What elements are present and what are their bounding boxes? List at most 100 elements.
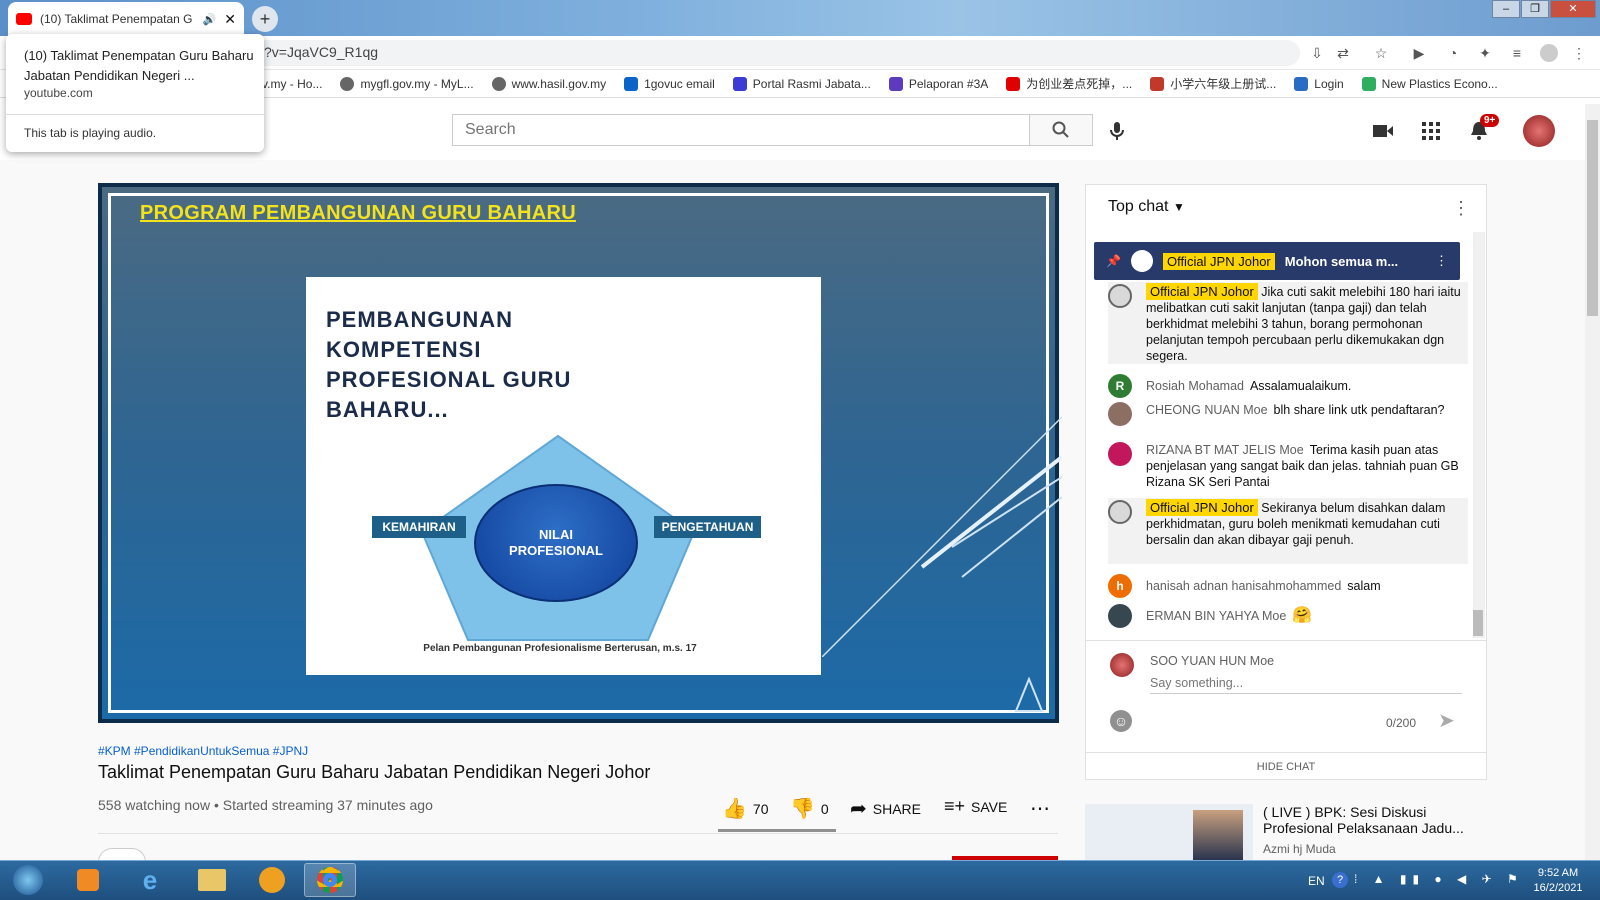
ministry-logo-icon — [1014, 677, 1044, 712]
start-button[interactable] — [2, 863, 54, 897]
bookmark-star-icon[interactable]: ☆ — [1370, 42, 1392, 64]
chat-scrollbar[interactable] — [1473, 232, 1485, 638]
chat-message-body: CHEONG NUAN Moe blh share link utk pendaf… — [1146, 402, 1445, 426]
help-icon[interactable]: ? — [1332, 872, 1348, 888]
bookmark-label: Login — [1314, 76, 1344, 91]
puzzle-icon[interactable]: ✦ — [1474, 42, 1496, 64]
bookmark-item[interactable]: 小学六年级上册试... — [1150, 75, 1276, 92]
like-count: 70 — [752, 800, 769, 817]
pinned-message[interactable]: 📌 Official JPN Johor Mohon semua m... ⋮ — [1094, 242, 1460, 280]
save-button[interactable]: ≡+ SAVE — [944, 796, 1007, 817]
chat-message-body: Official JPN Johor Sekiranya belum disah… — [1146, 499, 1468, 564]
page-scrollbar-thumb[interactable] — [1587, 120, 1598, 316]
chat-message-body: hanisah adnan hanisahmohammed salam — [1146, 574, 1381, 598]
chat-scrollbar-thumb[interactable] — [1473, 610, 1483, 636]
portal-icon — [732, 76, 747, 91]
address-bar[interactable]: ?v=JqaVC9_R1qg — [240, 40, 1300, 66]
recommendation-channel[interactable]: Azmi hj Muda — [1263, 842, 1336, 856]
hover-card-divider — [6, 114, 264, 115]
hashtags[interactable]: #KPM #PendidikanUntukSemua #JPNJ — [98, 744, 308, 758]
pin-icon: 📌 — [1106, 254, 1121, 268]
chrome-taskbar-icon[interactable] — [304, 863, 356, 897]
like-ratio-bar — [718, 829, 836, 832]
chat-author: ERMAN BIN YAHYA Moe — [1146, 609, 1287, 623]
settings-taskbar-icon[interactable] — [246, 863, 298, 897]
input-user-avatar — [1110, 653, 1134, 677]
bookmark-item[interactable]: v.my - Ho... — [262, 77, 322, 91]
globe-icon — [340, 76, 355, 91]
search-icon — [1052, 121, 1069, 138]
close-window-button[interactable]: ✕ — [1550, 0, 1596, 18]
like-button[interactable]: 👍 70 — [722, 796, 768, 821]
bookmark-label: 1govuc email — [644, 76, 715, 91]
chat-menu-kebab-icon[interactable]: ⋮ — [1452, 198, 1470, 219]
send-icon[interactable]: ➤ — [1438, 708, 1455, 733]
profile-icon[interactable] — [1538, 42, 1560, 64]
clock-time: 9:52 AM — [1537, 867, 1579, 879]
pinned-menu-icon[interactable]: ⋮ — [1435, 253, 1448, 269]
hover-card-title: (10) Taklimat Penempatan Guru Baharu Jab… — [24, 48, 254, 83]
media-player-taskbar-icon[interactable] — [62, 863, 114, 897]
chat-avatar — [1108, 500, 1132, 524]
bookmark-item[interactable]: Login — [1294, 76, 1344, 91]
more-actions-button[interactable]: ⋯ — [1030, 796, 1050, 821]
maximize-button[interactable]: ❐ — [1521, 0, 1549, 18]
top-chat-dropdown[interactable]: Top chat ▼ — [1108, 198, 1185, 216]
minimize-button[interactable]: – — [1492, 0, 1520, 18]
system-clock[interactable]: 9:52 AM 16/2/2021 — [1520, 866, 1596, 896]
tab-hover-card: (10) Taklimat Penempatan Guru Baharu Jab… — [6, 34, 264, 152]
audio-icon[interactable]: 🔊 — [203, 13, 217, 26]
create-video-icon[interactable] — [1370, 118, 1396, 144]
menu-kebab-icon[interactable]: ⋮ — [1568, 42, 1590, 64]
emoji-icon[interactable]: ☺ — [1110, 710, 1132, 732]
bookmark-label: 为创业差点死掉，... — [1026, 77, 1133, 91]
form-icon — [888, 76, 903, 91]
bookmark-item[interactable]: 1govuc email — [624, 76, 715, 91]
bookmark-item[interactable]: Portal Rasmi Jabata... — [732, 76, 871, 91]
tray-icons[interactable]: ⁞ ▲ ▮▮ ● ◀ ✈ ⚑ — [1354, 872, 1524, 886]
share-button[interactable]: ➦ SHARE — [850, 796, 921, 821]
media-icon[interactable]: ≡ — [1506, 42, 1528, 64]
browser-tab[interactable]: (10) Taklimat Penempatan G 🔊 ✕ — [8, 2, 244, 36]
performance-icon[interactable]: ◔ — [1442, 42, 1464, 64]
clock-date: 16/2/2021 — [1533, 882, 1583, 894]
search-input[interactable] — [452, 114, 1030, 146]
bookmark-item[interactable]: 为创业差点死掉，... — [1006, 75, 1132, 92]
new-tab-button[interactable]: + — [252, 6, 278, 32]
user-avatar[interactable] — [1523, 115, 1555, 147]
tab-close-icon[interactable]: ✕ — [224, 11, 236, 28]
chat-message-body: Official JPN Johor Jika cuti sakit meleb… — [1146, 283, 1468, 364]
chat-message-body: ERMAN BIN YAHYA Moe 🤗 — [1146, 604, 1312, 628]
bookmark-item[interactable]: Pelaporan #3A — [888, 76, 988, 91]
dislike-button[interactable]: 👎 0 — [790, 796, 829, 821]
notifications-bell-icon[interactable]: 9+ — [1466, 114, 1500, 144]
install-icon[interactable]: ⇩ — [1306, 42, 1328, 64]
chat-message: R Rosiah Mohamad Assalamualaikum. — [1108, 374, 1468, 398]
search-button[interactable] — [1029, 114, 1093, 146]
microphone-icon[interactable] — [1104, 118, 1130, 144]
thumbs-down-icon: 👎 — [790, 798, 815, 820]
chat-text: salam — [1347, 579, 1381, 593]
bookmark-item[interactable]: www.hasil.gov.my — [491, 76, 606, 91]
language-indicator[interactable]: EN — [1308, 874, 1325, 888]
extension-icon[interactable]: ▶ — [1408, 42, 1430, 64]
youtube-favicon-icon — [16, 13, 32, 25]
recommendation-title[interactable]: ( LIVE ) BPK: Sesi Diskusi Profesional P… — [1263, 804, 1483, 836]
file-explorer-taskbar-icon[interactable] — [186, 863, 238, 897]
apps-grid-icon[interactable] — [1418, 118, 1444, 144]
translate-icon[interactable]: ⇄ — [1332, 42, 1354, 64]
chat-author-badge: Official JPN Johor — [1146, 283, 1258, 300]
bookmark-item[interactable]: New Plastics Econo... — [1361, 76, 1498, 91]
slide-caption: Pelan Pembangunan Profesionalisme Berter… — [423, 643, 697, 654]
chat-message-body: RIZANA BT MAT JELIS Moe Terima kasih puan… — [1146, 442, 1468, 490]
chat-message-input[interactable] — [1150, 672, 1462, 694]
view-count: 558 watching now • Started streaming 37 … — [98, 797, 433, 813]
dropdown-caret-icon: ▼ — [1172, 200, 1185, 214]
share-label: SHARE — [872, 800, 921, 817]
internet-explorer-taskbar-icon[interactable]: e — [124, 863, 176, 897]
recommendation-thumbnail[interactable] — [1085, 804, 1253, 864]
chat-avatar — [1108, 402, 1132, 426]
hide-chat-button[interactable]: HIDE CHAT — [1086, 752, 1486, 780]
playlist-add-icon: ≡+ — [944, 796, 966, 816]
bookmark-item[interactable]: mygfl.gov.my - MyL... — [340, 76, 474, 91]
